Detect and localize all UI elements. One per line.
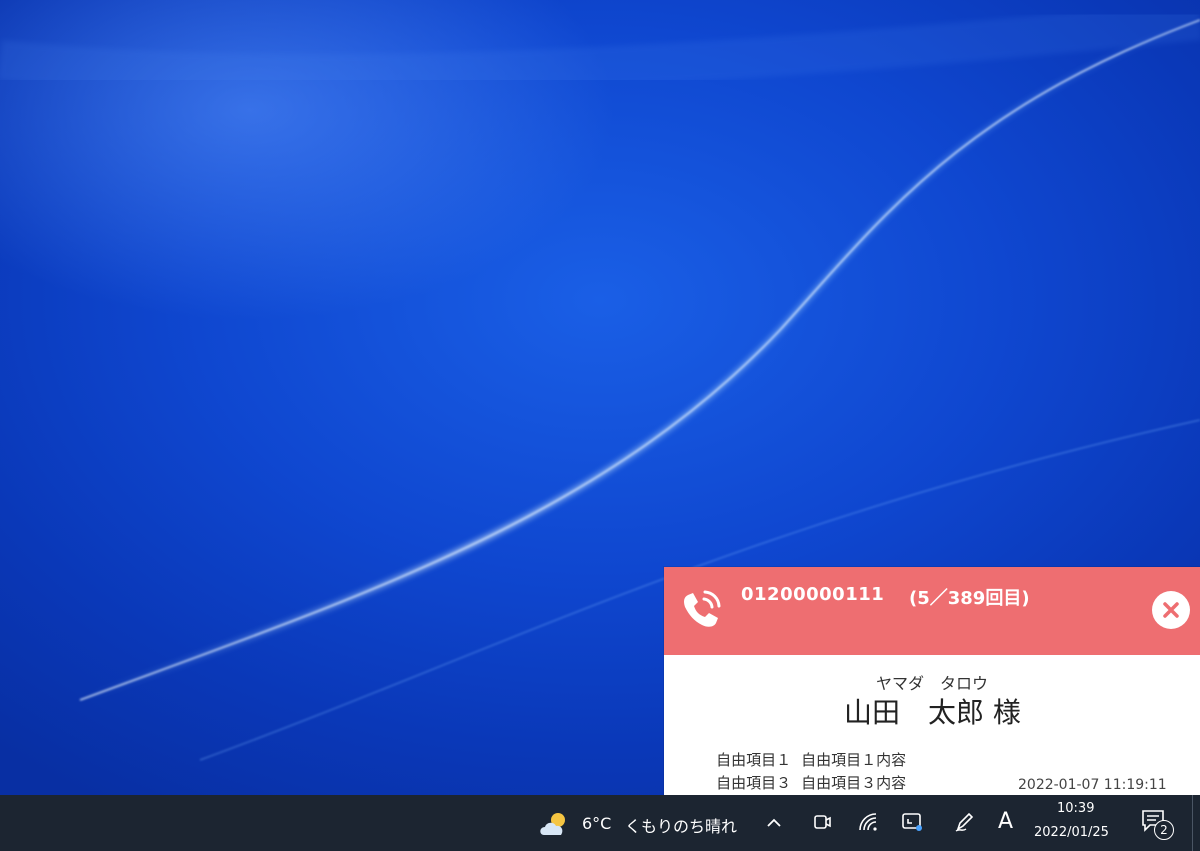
- call-timestamp: 2022-01-07 11:19:11: [1018, 777, 1167, 793]
- clock-date[interactable]: 2022/01/25: [1034, 825, 1109, 840]
- pen-icon: [955, 812, 974, 832]
- ime-indicator[interactable]: A: [998, 809, 1013, 834]
- caller-name: 山田 太郎 様: [844, 696, 1021, 729]
- screen-capture-icon: [902, 813, 922, 831]
- notification-count-badge: 2: [1154, 820, 1174, 840]
- show-hidden-icons-button[interactable]: [764, 813, 784, 833]
- partly-cloudy-icon: [540, 813, 565, 835]
- network-button[interactable]: [856, 810, 880, 834]
- weather-temperature[interactable]: 6°C: [582, 814, 611, 833]
- meet-now-button[interactable]: [810, 810, 834, 834]
- weather-condition[interactable]: くもりのち晴れ: [625, 813, 737, 837]
- pen-menu-button[interactable]: [952, 810, 976, 834]
- wifi-icon: [859, 813, 877, 831]
- weather-widget[interactable]: [538, 811, 570, 837]
- caller-phone-number: 01200000111: [741, 584, 885, 605]
- close-icon: [1163, 602, 1179, 618]
- incoming-call-popup[interactable]: 01200000111 (5／389回目) ヤマダ タロウ 山田 太郎 様 自由…: [664, 567, 1200, 796]
- popup-header: 01200000111 (5／389回目): [664, 567, 1200, 655]
- meet-now-icon: [814, 815, 831, 829]
- phone-ringing-icon: [684, 590, 721, 627]
- clock-time[interactable]: 10:39: [1057, 801, 1094, 816]
- notification-center-button[interactable]: 2: [1140, 808, 1174, 840]
- close-button[interactable]: [1152, 591, 1190, 629]
- taskbar: 6°C くもりのち晴れ A 10:39 2022/01/25 2: [0, 795, 1200, 851]
- free-item-label: 自由項目３: [716, 774, 792, 792]
- chevron-up-icon: [767, 818, 781, 827]
- screen-capture-button[interactable]: [900, 810, 924, 834]
- call-count: (5／389回目): [909, 588, 1030, 609]
- free-item-value: 自由項目３内容: [801, 774, 907, 792]
- show-desktop-button[interactable]: [1192, 795, 1193, 851]
